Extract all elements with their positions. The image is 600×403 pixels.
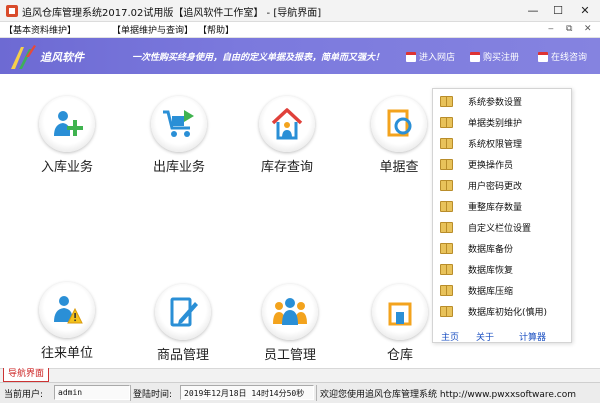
popup-item-label: 重整库存数量: [468, 202, 523, 213]
close-icon: ✕: [580, 4, 590, 17]
popup-item-label: 更换操作员: [468, 160, 514, 171]
popup-item-label: 数据库备份: [468, 244, 514, 255]
popup-link-about[interactable]: 关于: [476, 330, 494, 343]
current-user-label: 当前用户:: [4, 390, 44, 400]
mdi-close-icon[interactable]: ✕: [584, 24, 592, 34]
contact-unit-icon: [39, 282, 95, 338]
popup-item-db-init[interactable]: 数据库初始化(慎用): [440, 302, 547, 320]
cart-out-icon: [151, 96, 207, 152]
popup-item-label: 自定义栏位设置: [468, 223, 532, 234]
status-bar: 当前用户: admin 登陆时间: 2019年12月18日 14时14分50秒 …: [0, 382, 600, 403]
current-user-value: admin: [54, 385, 130, 400]
popup-item-db-restore[interactable]: 数据库恢复: [440, 260, 513, 278]
book-icon: [440, 263, 453, 275]
func-staff-management-label: 员工管理: [263, 348, 316, 363]
func-document-query[interactable]: 单据查: [354, 96, 444, 175]
minimize-icon: —: [527, 4, 539, 17]
popup-item-system-params[interactable]: 系统参数设置: [440, 92, 522, 110]
book-icon: [440, 200, 453, 212]
maximize-icon: ☐: [553, 4, 563, 17]
tab-strip: 导航界面: [0, 368, 600, 382]
func-stock-in[interactable]: 入库业务: [22, 96, 112, 175]
link-online-shop-label: 进入网店: [419, 53, 456, 63]
func-stock-in-label: 入库业务: [40, 160, 93, 175]
func-warehouse-label: 仓库: [386, 348, 413, 363]
book-icon: [440, 158, 453, 170]
login-time-label: 登陆时间:: [133, 390, 173, 400]
link-online-consult[interactable]: 在线咨询: [538, 50, 587, 63]
func-inventory-query-label: 库存查询: [260, 160, 313, 175]
edit-document-icon: [155, 284, 211, 340]
calendar-icon: [406, 51, 416, 62]
book-icon: [440, 179, 453, 191]
book-icon: [440, 284, 453, 296]
book-icon: [440, 95, 453, 107]
welcome-message: 欢迎您使用追风仓库管理系统 http://www.pwxxsoftware.co…: [320, 390, 577, 400]
func-stock-out-label: 出库业务: [152, 160, 205, 175]
menu-documents[interactable]: 【单据维护与查询】: [112, 23, 193, 36]
popup-item-label: 数据库恢复: [468, 265, 514, 276]
app-icon: [6, 5, 18, 17]
close-button[interactable]: ✕: [570, 0, 600, 21]
calendar-icon: [470, 51, 480, 62]
popup-item-label: 数据库压缩: [468, 286, 514, 297]
login-time-value: 2019年12月18日 14时14分50秒: [180, 385, 314, 400]
status-divider: [316, 385, 317, 401]
book-icon: [440, 221, 453, 233]
book-icon: [440, 137, 453, 149]
menu-bar: 【基本资料维护】 【单据维护与查询】 【帮助】 ‒ ⧉ ✕: [0, 22, 600, 38]
popup-item-db-compress[interactable]: 数据库压缩: [440, 281, 513, 299]
menu-basic-data[interactable]: 【基本资料维护】: [4, 23, 76, 36]
link-buy-register[interactable]: 购买注册: [470, 50, 519, 63]
popup-item-label: 单据类别维护: [468, 118, 523, 129]
popup-item-db-backup[interactable]: 数据库备份: [440, 239, 513, 257]
banner: 追风软件 一次性购买终身使用，自由的定义单据及报表，简单而又强大！ 进入网店 购…: [0, 38, 600, 74]
func-contact-units-label: 往来单位: [40, 346, 93, 361]
menu-help[interactable]: 【帮助】: [198, 23, 234, 36]
book-icon: [440, 242, 453, 254]
mdi-minimize-icon[interactable]: ‒: [548, 24, 554, 34]
window-title: 追风仓库管理系统2017.02试用版【追风软件工作室】 - [导航界面]: [22, 8, 322, 19]
func-document-query-label: 单据查: [379, 160, 419, 175]
func-stock-out[interactable]: 出库业务: [134, 96, 224, 175]
title-bar: 追风仓库管理系统2017.02试用版【追风软件工作室】 - [导航界面] — ☐…: [0, 0, 600, 22]
popup-item-permissions[interactable]: 系统权限管理: [440, 134, 522, 152]
link-online-consult-label: 在线咨询: [551, 53, 588, 63]
func-inventory-query[interactable]: 库存查询: [242, 96, 332, 175]
popup-item-change-password[interactable]: 用户密码更改: [440, 176, 522, 194]
func-goods-management-label: 商品管理: [156, 348, 209, 363]
book-icon: [440, 116, 453, 128]
link-online-shop[interactable]: 进入网店: [406, 50, 455, 63]
func-contact-units[interactable]: 往来单位: [22, 282, 112, 361]
popup-item-label: 用户密码更改: [468, 181, 523, 192]
house-icon: [259, 96, 315, 152]
document-search-icon: [371, 96, 427, 152]
mdi-restore-icon[interactable]: ⧉: [566, 24, 572, 34]
banner-slogan: 一次性购买终身使用，自由的定义单据及报表，简单而又强大！: [132, 53, 385, 63]
status-divider: [130, 385, 131, 401]
popup-item-label: 数据库初始化(慎用): [468, 307, 548, 318]
popup-link-calculator[interactable]: 计算器: [519, 330, 546, 343]
minimize-button[interactable]: —: [520, 0, 546, 21]
popup-link-home[interactable]: 主页: [441, 330, 459, 343]
warehouse-icon: [372, 284, 428, 340]
book-icon: [440, 305, 453, 317]
popup-item-reset-stock[interactable]: 重整库存数量: [440, 197, 522, 215]
link-buy-register-label: 购买注册: [483, 53, 520, 63]
logo-text: 追风软件: [40, 51, 84, 64]
popup-item-label: 系统权限管理: [468, 139, 523, 150]
popup-item-switch-operator[interactable]: 更换操作员: [440, 155, 513, 173]
func-staff-management[interactable]: 员工管理: [245, 284, 335, 363]
maximize-button[interactable]: ☐: [545, 0, 571, 21]
tab-navigation[interactable]: 导航界面: [3, 368, 50, 382]
popup-item-doc-categories[interactable]: 单据类别维护: [440, 113, 522, 131]
logo-icon: [11, 45, 36, 69]
popup-item-custom-fields[interactable]: 自定义栏位设置: [440, 218, 531, 236]
func-goods-management[interactable]: 商品管理: [138, 284, 228, 363]
stock-in-icon: [39, 96, 95, 152]
popup-item-label: 系统参数设置: [468, 97, 523, 108]
staff-icon: [262, 284, 318, 340]
system-popup-menu: 系统参数设置 单据类别维护 系统权限管理 更换操作员 用户密码更改 重整库存数量…: [432, 88, 572, 343]
calendar-icon: [538, 51, 548, 62]
